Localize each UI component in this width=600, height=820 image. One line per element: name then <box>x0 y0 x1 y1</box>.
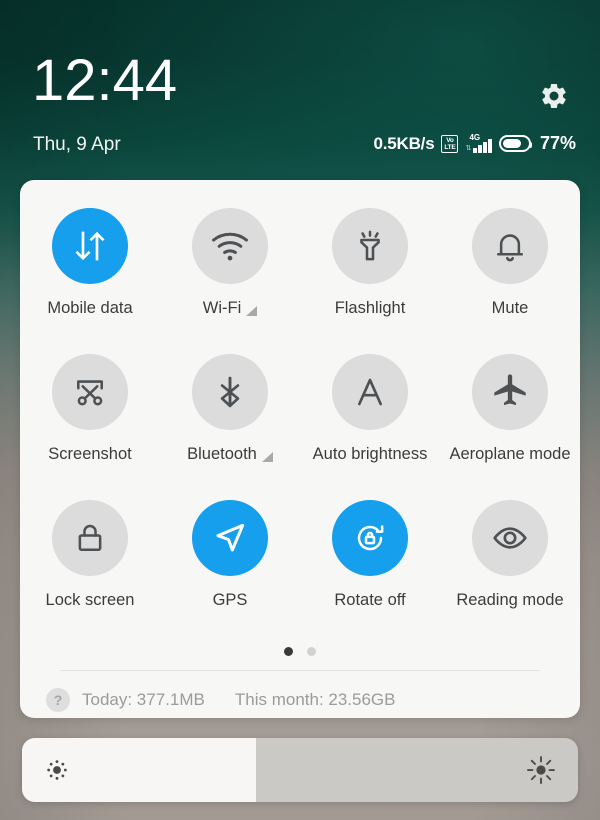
tile-label-text: Rotate off <box>334 591 405 610</box>
tile-label-text: Auto brightness <box>313 445 428 464</box>
tile-label: GPS <box>213 591 248 610</box>
tile-icon-circle[interactable] <box>192 500 268 576</box>
tile-label: Mobile data <box>47 299 132 318</box>
help-icon[interactable]: ? <box>46 688 70 712</box>
tile-label-text: Reading mode <box>456 591 563 610</box>
tile-row: Lock screen GPS Rotate off Reading mode <box>20 484 580 630</box>
tile-icon-circle[interactable] <box>52 354 128 430</box>
tile-mobile-data[interactable]: Mobile data <box>20 192 160 338</box>
wifi-icon <box>209 225 251 267</box>
tile-icon-circle[interactable] <box>332 500 408 576</box>
clock-time: 12:44 <box>32 52 177 110</box>
data-usage-bar[interactable]: ? Today: 377.1MB This month: 23.56GB <box>20 682 580 718</box>
brightness-high-icon <box>526 755 556 785</box>
tile-label: Bluetooth <box>187 445 273 464</box>
tile-rotate-off[interactable]: Rotate off <box>300 484 440 630</box>
flashlight-icon <box>351 227 389 265</box>
settings-button[interactable] <box>534 78 574 118</box>
tile-label-text: Bluetooth <box>187 445 257 464</box>
page-indicator[interactable] <box>20 647 580 656</box>
battery-percent-text: 77% <box>540 133 576 154</box>
tile-row: Screenshot Bluetooth Auto brightness Aer… <box>20 338 580 484</box>
clock-date: Thu, 9 Apr <box>33 134 121 156</box>
quick-settings-tile-grid: Mobile data Wi-Fi Flashlight Mute <box>20 192 580 630</box>
signal-bar <box>483 142 487 153</box>
brightness-slider[interactable] <box>22 738 578 802</box>
cellular-signal-icon: 4G ⇅ <box>465 134 492 153</box>
screenshot-scissors-icon <box>71 373 109 411</box>
tile-row: Mobile data Wi-Fi Flashlight Mute <box>20 192 580 338</box>
tile-label-text: Screenshot <box>48 445 131 464</box>
signal-bar <box>478 145 482 153</box>
tile-icon-circle[interactable] <box>192 208 268 284</box>
tile-label-text: Flashlight <box>335 299 406 318</box>
tile-label-text: Aeroplane mode <box>449 445 570 464</box>
tile-lock-screen[interactable]: Lock screen <box>20 484 160 630</box>
tile-reading-mode[interactable]: Reading mode <box>440 484 580 630</box>
bluetooth-icon <box>211 373 249 411</box>
bell-icon <box>491 227 529 265</box>
tile-label: Auto brightness <box>313 445 428 464</box>
auto-brightness-a-icon <box>350 372 390 412</box>
network-speed-text: 0.5KB/s <box>374 134 435 154</box>
volte-icon: Vo LTE <box>441 135 458 153</box>
tile-auto-brightness[interactable]: Auto brightness <box>300 338 440 484</box>
tile-label-text: Lock screen <box>46 591 135 610</box>
tile-icon-circle[interactable] <box>472 500 548 576</box>
tile-icon-circle[interactable] <box>332 354 408 430</box>
page-dot[interactable] <box>307 647 316 656</box>
tile-label-text: Mobile data <box>47 299 132 318</box>
airplane-icon <box>490 372 530 412</box>
data-transfer-arrows-icon: ⇅ <box>465 145 471 152</box>
tile-wi-fi[interactable]: Wi-Fi <box>160 192 300 338</box>
tile-label: Rotate off <box>334 591 405 610</box>
padlock-icon <box>71 519 109 557</box>
tile-label-text: Wi-Fi <box>203 299 241 318</box>
tile-bluetooth[interactable]: Bluetooth <box>160 338 300 484</box>
status-bar-icons: 0.5KB/s Vo LTE 4G ⇅ 77% <box>374 133 577 154</box>
network-generation-label: 4G <box>469 133 480 142</box>
page-dot[interactable] <box>284 647 293 656</box>
tile-label: Mute <box>492 299 529 318</box>
tile-label: Screenshot <box>48 445 131 464</box>
panel-divider <box>60 670 540 671</box>
tile-label: Wi-Fi <box>203 299 257 318</box>
tile-label: Flashlight <box>335 299 406 318</box>
quick-settings-panel: Mobile data Wi-Fi Flashlight Mute <box>20 180 580 718</box>
expand-triangle-icon[interactable] <box>246 306 257 316</box>
tile-label: Lock screen <box>46 591 135 610</box>
tile-label: Reading mode <box>456 591 563 610</box>
eye-icon <box>490 518 530 558</box>
brightness-low-icon <box>44 757 70 783</box>
expand-triangle-icon[interactable] <box>262 452 273 462</box>
gear-icon <box>539 81 569 116</box>
mobile-data-icon <box>70 226 110 266</box>
navigation-arrow-icon <box>210 518 250 558</box>
data-usage-month: This month: 23.56GB <box>235 690 396 710</box>
battery-icon <box>499 135 531 152</box>
tile-icon-circle[interactable] <box>192 354 268 430</box>
tile-label: Aeroplane mode <box>449 445 570 464</box>
rotation-lock-icon <box>350 518 390 558</box>
tile-icon-circle[interactable] <box>52 500 128 576</box>
tile-label-text: Mute <box>492 299 529 318</box>
tile-mute[interactable]: Mute <box>440 192 580 338</box>
tile-screenshot[interactable]: Screenshot <box>20 338 160 484</box>
tile-flashlight[interactable]: Flashlight <box>300 192 440 338</box>
tile-icon-circle[interactable] <box>332 208 408 284</box>
tile-label-text: GPS <box>213 591 248 610</box>
tile-icon-circle[interactable] <box>472 208 548 284</box>
tile-gps[interactable]: GPS <box>160 484 300 630</box>
volte-top-text: Vo <box>446 137 453 144</box>
signal-bar <box>488 139 492 153</box>
volte-bottom-text: LTE <box>444 144 455 151</box>
tile-aeroplane-mode[interactable]: Aeroplane mode <box>440 338 580 484</box>
tile-icon-circle[interactable] <box>472 354 548 430</box>
status-header: 12:44 Thu, 9 Apr 0.5KB/s Vo LTE 4G ⇅ 77% <box>0 0 600 180</box>
signal-bar <box>473 148 477 153</box>
data-usage-today: Today: 377.1MB <box>82 690 205 710</box>
battery-fill <box>503 139 521 148</box>
tile-icon-circle[interactable] <box>52 208 128 284</box>
